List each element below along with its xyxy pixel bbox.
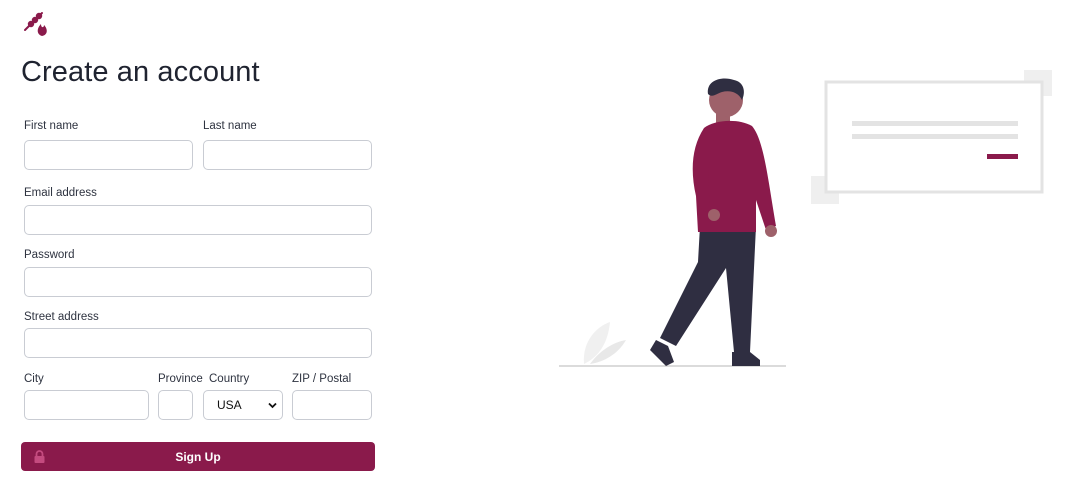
person-walking-illustration [559, 70, 1052, 367]
last-name-field[interactable] [203, 140, 372, 170]
password-field[interactable] [24, 267, 372, 297]
zip-field[interactable] [292, 390, 372, 420]
zip-label: ZIP / Postal [292, 373, 352, 385]
province-field[interactable] [158, 390, 193, 420]
province-label: Province [158, 373, 203, 385]
city-label: City [24, 373, 44, 385]
email-field[interactable] [24, 205, 372, 235]
street-address-field[interactable] [24, 328, 372, 358]
password-label: Password [24, 249, 75, 261]
country-label: Country [209, 373, 250, 385]
country-select[interactable]: USA [203, 390, 283, 420]
chevron-down-icon [268, 402, 277, 409]
first-name-field[interactable] [24, 140, 193, 170]
last-name-label: Last name [203, 120, 257, 132]
logo-icon [24, 12, 47, 36]
email-label: Email address [24, 187, 97, 199]
city-field[interactable] [24, 390, 149, 420]
first-name-label: First name [24, 120, 79, 132]
page-title: Create an account [21, 56, 260, 88]
street-label: Street address [24, 311, 99, 323]
sign-up-button[interactable]: Sign Up [21, 442, 375, 471]
country-selected-value: USA [217, 398, 242, 412]
sign-up-label: Sign Up [175, 450, 221, 464]
